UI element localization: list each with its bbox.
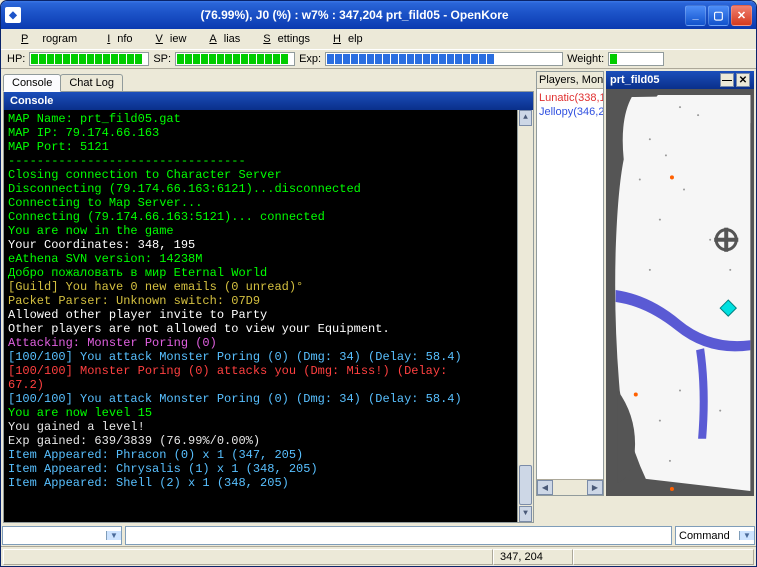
console-line: Disconnecting (79.174.66.163:6121)...dis… bbox=[8, 182, 529, 196]
menu-program[interactable]: Program bbox=[7, 31, 91, 47]
right-pane: Players, Monste Lunatic(338,194Jellopy(3… bbox=[536, 71, 754, 523]
titlebar[interactable]: ◆ (76.99%), J0 (%) : w7% : 347,204 prt_f… bbox=[1, 1, 756, 29]
exp-label: Exp: bbox=[299, 53, 321, 65]
left-combo[interactable]: ▼ bbox=[2, 526, 122, 545]
console-line: --------------------------------- bbox=[8, 154, 529, 168]
players-hscroll[interactable]: ◀ ▶ bbox=[537, 479, 603, 495]
app-icon: ◆ bbox=[5, 7, 21, 23]
weight-label: Weight: bbox=[567, 53, 604, 65]
console-line: 67.2) bbox=[8, 378, 529, 392]
console-line: [Guild] You have 0 new emails (0 unread)… bbox=[8, 280, 529, 294]
console-line: Exp gained: 639/3839 (76.99%/0.00%) bbox=[8, 434, 529, 448]
console-line: Attacking: Monster Poring (0) bbox=[8, 336, 529, 350]
console-line: Packet Parser: Unknown switch: 07D9 bbox=[8, 294, 529, 308]
hp-label: HP: bbox=[7, 53, 25, 65]
console-line: Other players are not allowed to view yo… bbox=[8, 322, 529, 336]
tabs: Console Chat Log bbox=[3, 71, 534, 91]
console-scrollbar[interactable]: ▲ ▼ bbox=[517, 110, 533, 522]
console-line: eAthena SVN version: 14238M bbox=[8, 252, 529, 266]
players-list: Players, Monste Lunatic(338,194Jellopy(3… bbox=[536, 71, 604, 496]
right-top: Players, Monste Lunatic(338,194Jellopy(3… bbox=[536, 71, 754, 496]
weight-gauge bbox=[608, 52, 664, 66]
map-canvas[interactable] bbox=[606, 89, 754, 496]
body: Console Chat Log Console MAP Name: prt_f… bbox=[1, 69, 756, 525]
console-line: You are now in the game bbox=[8, 224, 529, 238]
close-button[interactable]: ✕ bbox=[731, 5, 752, 26]
console-line: Connecting to Map Server... bbox=[8, 196, 529, 210]
statusbar: 347, 204 bbox=[1, 546, 756, 566]
console-header: Console bbox=[4, 92, 533, 110]
console-line: Item Appeared: Phracon (0) x 1 (347, 205… bbox=[8, 448, 529, 462]
menu-alias[interactable]: Alias bbox=[195, 31, 247, 47]
map-close-button[interactable]: ✕ bbox=[736, 73, 750, 87]
scroll-down-icon[interactable]: ▼ bbox=[519, 506, 532, 522]
input-bar: ▼ Command▼ bbox=[1, 525, 756, 546]
chevron-down-icon[interactable]: ▼ bbox=[106, 531, 121, 540]
chevron-down-icon[interactable]: ▼ bbox=[739, 531, 754, 540]
menu-info[interactable]: Info bbox=[93, 31, 139, 47]
scroll-left-icon[interactable]: ◀ bbox=[537, 480, 553, 495]
command-combo[interactable]: Command▼ bbox=[675, 526, 755, 545]
scroll-thumb[interactable] bbox=[519, 465, 532, 505]
hp-gauge bbox=[29, 52, 149, 66]
scroll-up-icon[interactable]: ▲ bbox=[519, 110, 532, 126]
console-line: MAP Name: prt_fild05.gat bbox=[8, 112, 529, 126]
players-body[interactable]: Lunatic(338,194Jellopy(346,204 bbox=[537, 89, 603, 479]
map-title: prt_fild05 bbox=[610, 74, 660, 86]
sp-gauge bbox=[175, 52, 295, 66]
console-line: Connecting (79.174.66.163:5121)... conne… bbox=[8, 210, 529, 224]
status-cell-3 bbox=[573, 549, 754, 565]
console-line: [100/100] You attack Monster Poring (0) … bbox=[8, 392, 529, 406]
tab-chatlog[interactable]: Chat Log bbox=[60, 74, 123, 91]
console-line: Your Coordinates: 348, 195 bbox=[8, 238, 529, 252]
console-line: Item Appeared: Chrysalis (1) x 1 (348, 2… bbox=[8, 462, 529, 476]
console[interactable]: MAP Name: prt_fild05.gatMAP IP: 79.174.6… bbox=[4, 110, 533, 522]
list-item[interactable]: Jellopy(346,204 bbox=[539, 105, 601, 119]
console-line: Добро пожаловать в мир Eternal World bbox=[8, 266, 529, 280]
status-gauges: HP: SP: Exp: Weight: bbox=[1, 49, 756, 69]
menu-view[interactable]: View bbox=[142, 31, 194, 47]
app-window: ◆ (76.99%), J0 (%) : w7% : 347,204 prt_f… bbox=[0, 0, 757, 567]
console-line: You are now level 15 bbox=[8, 406, 529, 420]
minimize-button[interactable]: _ bbox=[685, 5, 706, 26]
exp-gauge bbox=[325, 52, 563, 66]
menu-help[interactable]: Help bbox=[319, 31, 370, 47]
sp-label: SP: bbox=[153, 53, 171, 65]
console-line: Item Appeared: Shell (2) x 1 (348, 205) bbox=[8, 476, 529, 490]
menubar: Program Info View Alias Settings Help bbox=[1, 29, 756, 49]
map-minimize-button[interactable]: — bbox=[720, 73, 734, 87]
maximize-button[interactable]: ▢ bbox=[708, 5, 729, 26]
console-line: MAP IP: 79.174.66.163 bbox=[8, 126, 529, 140]
players-header[interactable]: Players, Monste bbox=[537, 72, 603, 89]
map-panel: prt_fild05 — ✕ bbox=[606, 71, 754, 496]
window-title: (76.99%), J0 (%) : w7% : 347,204 prt_fil… bbox=[26, 8, 683, 22]
command-input[interactable] bbox=[125, 526, 672, 545]
scroll-right-icon[interactable]: ▶ bbox=[587, 480, 603, 495]
status-coords: 347, 204 bbox=[493, 549, 573, 565]
console-line: Allowed other player invite to Party bbox=[8, 308, 529, 322]
tab-console[interactable]: Console bbox=[3, 74, 61, 92]
console-frame: Console MAP Name: prt_fild05.gatMAP IP: … bbox=[3, 91, 534, 523]
console-line: You gained a level! bbox=[8, 420, 529, 434]
console-line: [100/100] You attack Monster Poring (0) … bbox=[8, 350, 529, 364]
list-item[interactable]: Lunatic(338,194 bbox=[539, 91, 601, 105]
status-cell-1 bbox=[3, 549, 493, 565]
map-header[interactable]: prt_fild05 — ✕ bbox=[606, 71, 754, 89]
console-line: Closing connection to Character Server bbox=[8, 168, 529, 182]
console-line: MAP Port: 5121 bbox=[8, 140, 529, 154]
left-pane: Console Chat Log Console MAP Name: prt_f… bbox=[3, 71, 534, 523]
menu-settings[interactable]: Settings bbox=[249, 31, 317, 47]
console-line: [100/100] Monster Poring (0) attacks you… bbox=[8, 364, 529, 378]
